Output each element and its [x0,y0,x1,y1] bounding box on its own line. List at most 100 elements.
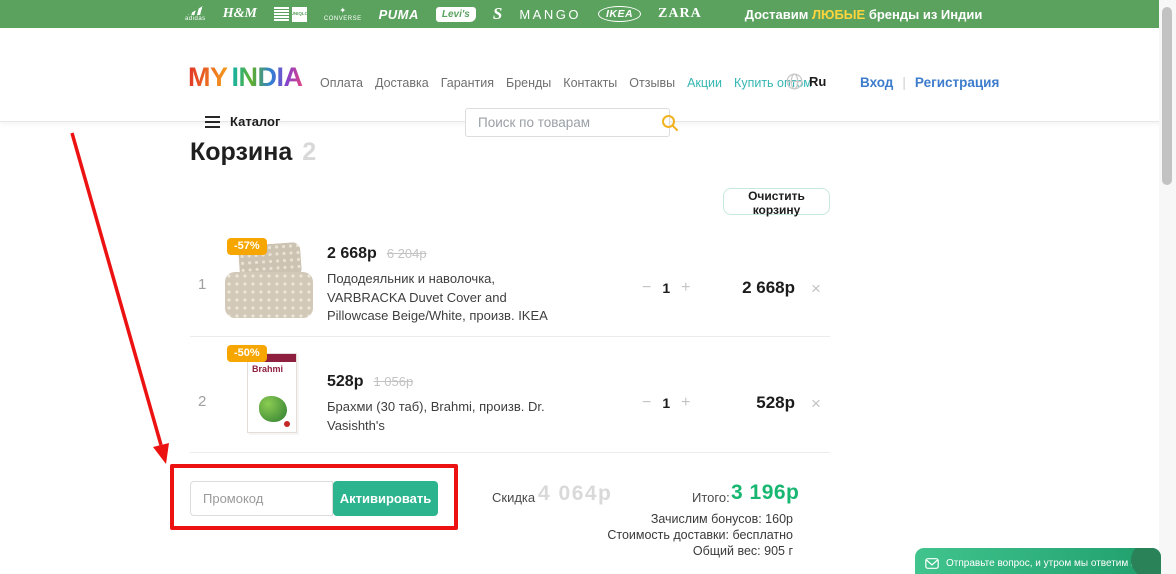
chat-widget[interactable]: Отправьте вопрос, и утром мы ответим вам… [915,548,1161,574]
remove-item-button[interactable]: × [811,395,821,412]
brand-logo-converse: ✦ CONVERSE [323,5,362,22]
brand-logo-puma: PUMA [379,7,419,22]
nav-payment[interactable]: Оплата [320,76,363,90]
activate-promo-button[interactable]: Активировать [333,481,438,516]
order-notes: Зачислим бонусов: 160р Стоимость доставк… [533,512,793,559]
brand-label: ZARA [658,6,702,21]
cart-item-row: 1 -57% 2 668р 6 204р Пододеяльник и наво… [190,232,830,337]
brand-label: Levi's [435,6,476,22]
item-price: 2 668р [327,245,377,262]
banner-message: Доставим ЛЮБЫЕ бренды из Индии [745,7,983,22]
brahmi-box-shape: Brahmi [247,353,297,433]
brand-logo-uniqlo: UNIQLO [273,6,307,22]
product-image-duvet[interactable]: -57% [225,238,313,326]
banner-message-highlight: ЛЮБЫЕ [811,6,866,22]
nav-contacts[interactable]: Контакты [563,76,617,90]
envelope-icon [925,557,939,569]
brands-banner: adidas H&M UNIQLO ✦ CONVERSE PUMA Levi's … [0,0,1176,28]
auth-links: Вход | Регистрация [860,75,999,90]
duvet-cover-shape [225,272,313,318]
clear-cart-button[interactable]: Очистить корзину [723,188,830,217]
cart-page: adidas H&M UNIQLO ✦ CONVERSE PUMA Levi's … [0,0,1176,574]
brand-logo-zara: ZARA [658,6,702,22]
item-index: 1 [198,276,207,293]
item-info: 2 668р 6 204р Пододеяльник и наволочка, … [327,245,559,326]
quantity-stepper: − 1 + [642,395,690,412]
uniqlo-text-square: UNIQLO [291,6,307,22]
brands-banner-content: adidas H&M UNIQLO ✦ CONVERSE PUMA Levi's … [185,0,982,28]
login-link[interactable]: Вход [860,75,893,90]
remove-item-button[interactable]: × [811,280,821,297]
item-total: 2 668р [742,278,795,297]
nav-delivery[interactable]: Доставка [375,76,429,90]
flower-dot [284,421,290,427]
nav-warranty[interactable]: Гарантия [441,76,494,90]
quantity-value: 1 [662,280,671,296]
brand-logo-adidas: adidas [185,6,206,22]
catalog-button[interactable]: Каталог [205,114,280,129]
increase-qty-button[interactable]: + [681,280,690,296]
globe-icon [786,73,803,90]
decrease-qty-button[interactable]: − [642,395,651,411]
brand-label: MANGO [519,6,581,22]
cart-title-text: Корзина [190,138,293,166]
bonus-note: Зачислим бонусов: 160р [650,512,793,526]
item-old-price: 1 056р [373,374,414,389]
page-title: Корзина 2 [190,138,316,167]
site-header: MY INDIA Оплата Доставка Гарантия Бренды … [0,28,1176,137]
scrollbar-track[interactable] [1159,0,1176,574]
delivery-note: Стоимость доставки: бесплатно [607,527,793,542]
quantity-value: 1 [662,395,671,411]
item-info: 528р 1 056р Брахми (30 таб), Brahmi, про… [327,373,559,435]
brand-label: H&M [222,6,257,21]
uniqlo-icon [273,6,289,22]
brand-logo-stradivarius: S [493,4,502,24]
brand-label: IKEA [597,6,642,22]
discount-badge: -50% [227,345,267,362]
chat-corner [1131,548,1161,574]
nav-promotions[interactable]: Акции [687,76,722,90]
discount-value: 4 064р [538,482,613,505]
brand-label: S [492,4,503,23]
item-description: Пододеяльник и наволочка, VARBRACKA Duve… [327,271,548,323]
language-switcher[interactable]: Ru [786,73,826,90]
catalog-label: Каталог [230,114,281,129]
item-price-line: 2 668р 6 204р [327,245,559,263]
cart-count: 2 [302,138,317,166]
quantity-stepper: − 1 + [642,280,690,297]
item-price: 528р [327,373,364,390]
scrollbar-thumb[interactable] [1162,7,1172,185]
item-old-price: 6 204р [386,246,427,261]
item-index: 2 [198,393,207,410]
increase-qty-button[interactable]: + [681,395,690,411]
plant-illustration [259,396,287,422]
brand-logo-hm: H&M [223,6,257,22]
main-nav: Оплата Доставка Гарантия Бренды Контакты… [320,76,812,90]
adidas-icon [187,6,203,15]
promo-code-input[interactable] [190,481,333,516]
brand-label: CONVERSE [323,15,362,22]
brand-label: adidas [185,16,206,22]
discount-badge: -57% [227,238,267,255]
converse-star-icon: ✦ [339,5,347,15]
chat-message: Отправьте вопрос, и утром мы ответим вам… [946,557,1152,569]
brand-logo-ikea: IKEA [597,6,642,22]
logo-my: MY [188,62,228,92]
brahmi-box-title: Brahmi [252,364,284,374]
banner-message-prefix: Доставим [744,6,812,22]
brand-logo-mango: MANGO [519,7,581,22]
site-logo[interactable]: MY INDIA [188,64,303,91]
search-icon[interactable] [661,114,679,132]
logo-india: INDIA [231,62,304,92]
nav-brands[interactable]: Бренды [506,76,551,90]
item-price-line: 528р 1 056р [327,373,559,391]
weight-note: Общий вес: 905 г [692,543,793,558]
decrease-qty-button[interactable]: − [642,280,651,296]
search-box [465,108,678,137]
search-input[interactable] [466,115,661,130]
hamburger-icon [205,115,220,118]
nav-reviews[interactable]: Отзывы [629,76,675,90]
product-image-brahmi[interactable]: -50% Brahmi [225,345,313,441]
register-link[interactable]: Регистрация [915,75,999,90]
item-total: 528р [756,393,795,412]
